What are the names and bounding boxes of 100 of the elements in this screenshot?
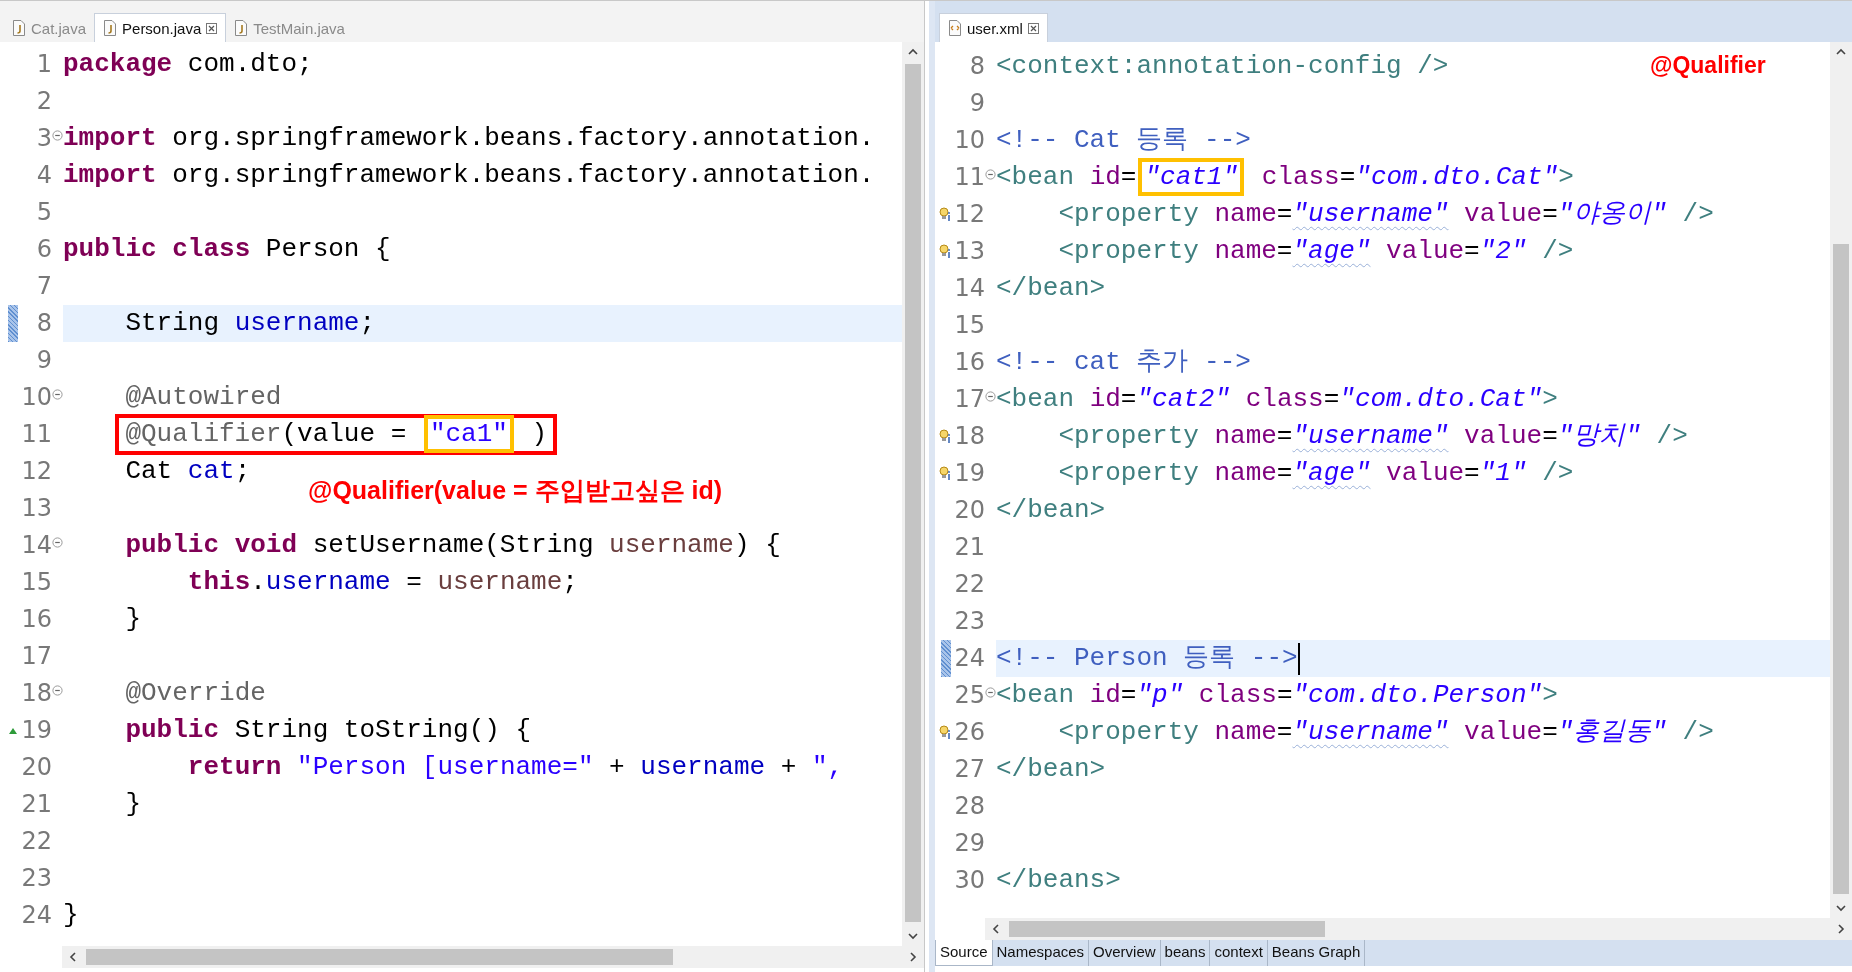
lightbulb-icon	[939, 243, 951, 260]
page-tab[interactable]: Beans Graph	[1267, 940, 1366, 966]
line-number: 26	[953, 717, 985, 748]
line-number: 18	[953, 421, 985, 452]
collapse-icon[interactable]	[52, 130, 63, 141]
editor-tab[interactable]: user.xml	[939, 13, 1048, 42]
line-number: 7	[35, 271, 52, 302]
line-number: 22	[953, 569, 985, 600]
page-tab[interactable]: beans	[1160, 940, 1211, 966]
line-number: 12	[20, 456, 52, 487]
lightbulb-icon	[939, 465, 951, 482]
line-number: 8	[35, 308, 52, 339]
code-line: <!-- Cat 등록 -->	[996, 124, 1251, 157]
lightbulb-icon	[939, 428, 951, 445]
line-number: 17	[953, 384, 985, 415]
line-number: 11	[953, 162, 985, 193]
line-number: 14	[20, 530, 52, 561]
code-line: </bean>	[996, 753, 1106, 786]
line-number: 14	[953, 273, 985, 304]
line-number: 10	[20, 382, 52, 413]
code-line: @Autowired	[124, 381, 282, 414]
code-line: <property name="username" value="홍길동" />	[1057, 716, 1714, 749]
file-icon	[948, 20, 962, 36]
code-line: <context:annotation-config />	[996, 50, 1449, 83]
page-tab[interactable]: Overview	[1089, 940, 1161, 966]
line-number: 23	[953, 606, 985, 637]
code-line: </bean>	[996, 272, 1106, 305]
file-icon	[103, 20, 118, 36]
code-line: }	[124, 788, 141, 821]
line-number: 4	[35, 160, 52, 191]
file-icon	[234, 20, 249, 36]
code-line: public class Person {	[63, 233, 391, 266]
line-number: 15	[20, 567, 52, 598]
annotation-note: @Qualifier	[1650, 52, 1766, 79]
code-line: <property name="age" value="2" />	[1057, 235, 1574, 268]
line-number: 16	[20, 604, 52, 635]
line-number: 19	[20, 715, 52, 746]
scrollbar-thumb[interactable]	[86, 949, 673, 965]
scrollbar[interactable]	[62, 946, 924, 968]
code-line: }	[63, 899, 79, 932]
lightbulb-icon	[939, 724, 951, 741]
file-icon	[12, 20, 26, 36]
line-number: 16	[953, 347, 985, 378]
line-number: 3	[35, 123, 52, 154]
code-line: </bean>	[996, 494, 1106, 527]
close-icon[interactable]	[1027, 22, 1039, 34]
line-number: 23	[20, 863, 52, 894]
line-number: 21	[20, 789, 52, 820]
code-line: <property name="age" value="1" />	[1057, 457, 1574, 490]
line-number: 30	[953, 865, 985, 896]
code-line: <bean id="cat2" class="com.dto.Cat">	[996, 383, 1558, 416]
lightbulb-icon	[939, 206, 951, 223]
collapse-icon[interactable]	[985, 391, 996, 402]
line-number: 2	[35, 86, 52, 117]
line-number: 29	[953, 828, 985, 859]
line-number: 22	[20, 826, 52, 857]
line-number: 19	[953, 458, 985, 489]
editor-tab[interactable]: Person.java	[94, 13, 227, 42]
scrollbar-thumb[interactable]	[1833, 244, 1849, 894]
line-number: 20	[953, 495, 985, 526]
scrollbar-thumb[interactable]	[905, 64, 921, 922]
code-line: public void setUsername(String username) {	[124, 529, 781, 562]
code-line: this.username = username;	[186, 566, 578, 599]
line-number: 25	[953, 680, 985, 711]
line-number: 8	[968, 51, 985, 82]
line-number: 10	[953, 125, 985, 156]
scrollbar-thumb[interactable]	[1009, 921, 1325, 937]
line-number: 17	[20, 641, 52, 672]
line-number: 5	[35, 197, 52, 228]
collapse-icon[interactable]	[52, 537, 63, 548]
line-number: 9	[968, 88, 985, 119]
page-tab[interactable]: context	[1210, 940, 1268, 966]
collapse-icon[interactable]	[985, 687, 996, 698]
page-tab[interactable]: Namespaces	[992, 940, 1090, 966]
collapse-icon[interactable]	[52, 685, 63, 696]
code-line: }	[124, 603, 141, 636]
code-line: <!-- cat 추가 -->	[996, 346, 1251, 379]
collapse-icon[interactable]	[985, 169, 996, 180]
line-number: 18	[20, 678, 52, 709]
code-line: package com.dto;	[63, 48, 313, 81]
code-line: <bean id="p" class="com.dto.Person">	[996, 679, 1558, 712]
scrollbar[interactable]	[1830, 42, 1852, 918]
code-line: </beans>	[996, 864, 1121, 897]
code-line: <!-- Person 등록 -->	[996, 642, 1298, 675]
line-number: 6	[35, 234, 52, 265]
page-tab[interactable]: Source	[935, 940, 993, 966]
close-icon[interactable]	[206, 22, 218, 34]
line-number: 24	[20, 900, 52, 931]
line-number: 28	[953, 791, 985, 822]
line-number: 9	[35, 345, 52, 376]
line-number: 27	[953, 754, 985, 785]
line-number: 24	[953, 643, 985, 674]
scrollbar[interactable]	[985, 918, 1852, 940]
line-number: 13	[953, 236, 985, 267]
line-number: 1	[35, 49, 52, 80]
line-number: 20	[20, 752, 52, 783]
code-line: @Override	[124, 677, 266, 710]
code-line: return "Person [username=" + username + ",	[186, 751, 844, 784]
code-line: <bean id= "cat1" class="com.dto.Cat">	[996, 159, 1574, 196]
collapse-icon[interactable]	[52, 389, 63, 400]
